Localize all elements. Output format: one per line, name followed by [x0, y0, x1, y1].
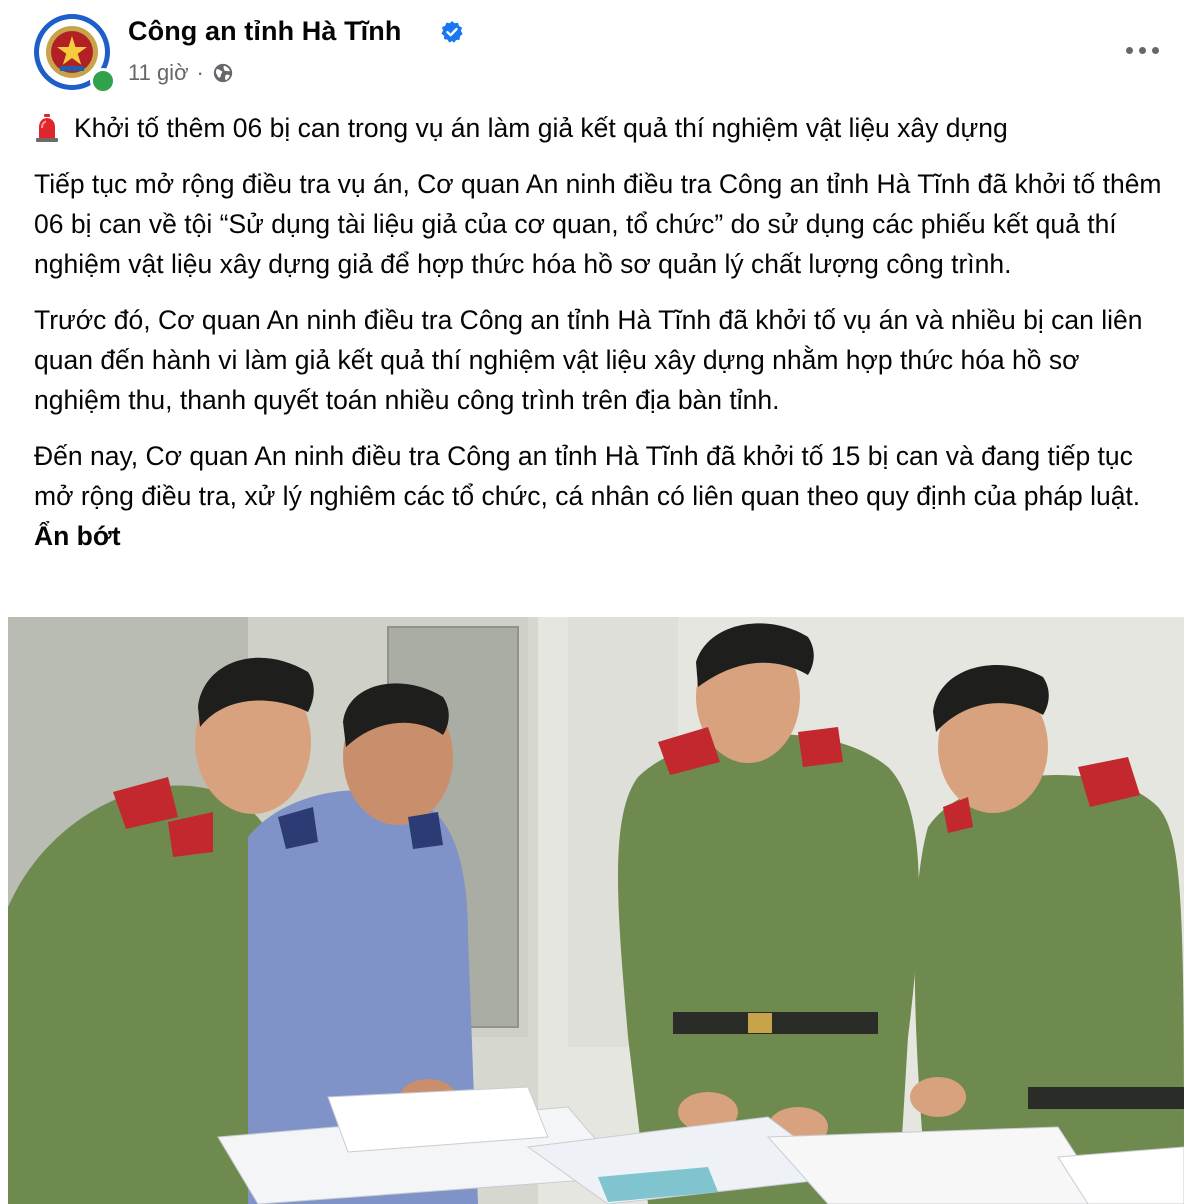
page-name-link[interactable]: Công an tỉnh Hà Tĩnh: [128, 16, 401, 47]
officers-reviewing-documents-photo: [8, 617, 1184, 1204]
siren-icon: [36, 114, 58, 142]
post-header: Công an tỉnh Hà Tĩnh 11 giờ ·: [8, 0, 1184, 100]
verified-badge-icon: [441, 21, 463, 43]
post-paragraph-3: Đến nay, Cơ quan An ninh điều tra Công a…: [34, 441, 1141, 511]
post-text: Khởi tố thêm 06 bị can trong vụ án làm g…: [34, 108, 1168, 572]
globe-icon[interactable]: [212, 62, 234, 84]
post-headline: Khởi tố thêm 06 bị can trong vụ án làm g…: [74, 113, 1008, 143]
post-meta: 11 giờ ·: [128, 60, 234, 86]
post-paragraph-3-wrapper: Đến nay, Cơ quan An ninh điều tra Công a…: [34, 436, 1168, 556]
post-headline-row: Khởi tố thêm 06 bị can trong vụ án làm g…: [34, 108, 1168, 148]
meta-separator: ·: [196, 60, 204, 85]
post-paragraph-2: Trước đó, Cơ quan An ninh điều tra Công …: [34, 305, 1143, 415]
more-options-dot: [1138, 46, 1146, 54]
see-less-link[interactable]: Ẩn bớt: [34, 521, 121, 551]
post-photo[interactable]: [8, 617, 1184, 1204]
post-timestamp[interactable]: 11 giờ: [128, 60, 189, 86]
online-status-dot: [90, 68, 116, 94]
more-options-icon: [1125, 46, 1133, 54]
more-options-button[interactable]: [1116, 30, 1168, 70]
facebook-post: Công an tỉnh Hà Tĩnh 11 giờ · Khởi tố th…: [8, 0, 1184, 1204]
more-options-dot: [1151, 46, 1159, 54]
post-paragraph-1: Tiếp tục mở rộng điều tra vụ án, Cơ quan…: [34, 169, 1162, 279]
